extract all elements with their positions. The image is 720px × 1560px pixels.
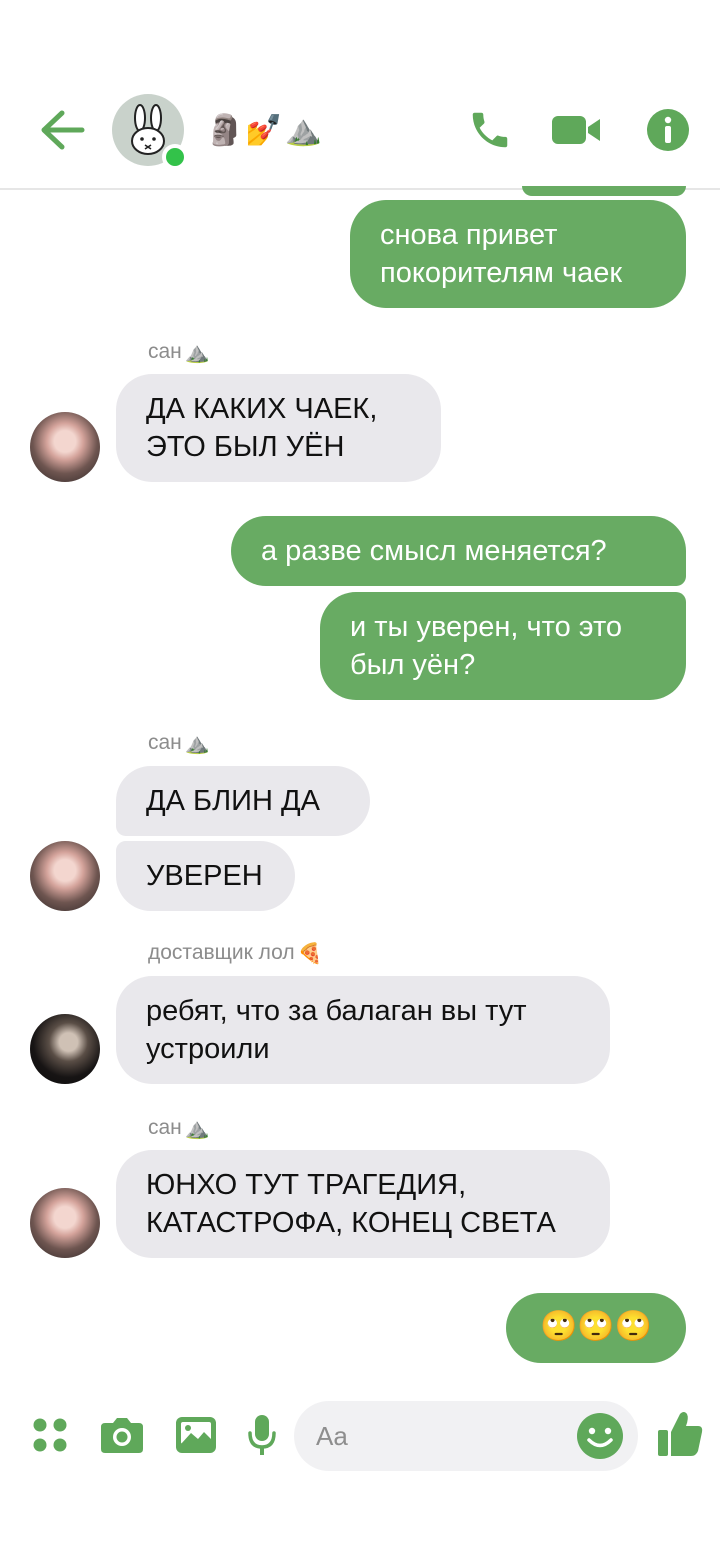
emoji-smiley-icon[interactable] — [576, 1412, 624, 1460]
incoming-message[interactable]: ДА БЛИН ДА — [116, 766, 370, 836]
video-call-icon[interactable] — [550, 108, 604, 152]
nail-polish-emoji: 💅 — [245, 113, 283, 147]
outgoing-message[interactable]: 🙄🙄🙄 — [506, 1293, 686, 1363]
info-icon[interactable] — [644, 108, 692, 152]
chat-title[interactable]: 🗿 💅 ⛰️ — [206, 108, 322, 152]
sender-label: сан — [148, 731, 182, 754]
pizza-emoji: 🍕 — [297, 942, 323, 965]
partial-message-bubble — [522, 186, 686, 196]
phone-call-icon[interactable] — [466, 108, 514, 152]
more-apps-icon[interactable] — [26, 1411, 74, 1459]
mountain-emoji: ⛰️ — [184, 732, 210, 755]
message-input-container — [294, 1401, 638, 1471]
sender-name: сан ⛰️ — [148, 337, 210, 367]
moai-emoji: 🗿 — [206, 113, 244, 147]
sender-label: сан — [148, 1116, 182, 1139]
microphone-icon[interactable] — [238, 1411, 286, 1459]
incoming-message[interactable]: ДА КАКИХ ЧАЕК, ЭТО БЫЛ УЁН — [116, 374, 441, 482]
sender-name: сан ⛰️ — [148, 1113, 210, 1143]
mountain-emoji: ⛰️ — [184, 341, 210, 364]
user-avatar[interactable] — [30, 841, 100, 911]
outgoing-message[interactable]: а разве смысл меняется? — [231, 516, 686, 586]
sender-name: сан ⛰️ — [148, 728, 210, 758]
mountain-emoji: ⛰️ — [284, 113, 323, 147]
outgoing-message[interactable]: снова привет покорителям чаек — [350, 200, 686, 308]
incoming-message[interactable]: ребят, что за балаган вы тут устроили — [116, 976, 610, 1084]
camera-icon[interactable] — [98, 1411, 146, 1459]
mountain-emoji: ⛰️ — [184, 1117, 210, 1140]
thumbs-up-like-icon[interactable] — [656, 1409, 704, 1457]
online-status-dot — [162, 144, 188, 170]
back-arrow-icon[interactable] — [38, 108, 88, 152]
sender-name: доставщик лол 🍕 — [148, 938, 323, 968]
sender-label: сан — [148, 340, 182, 363]
user-avatar[interactable] — [30, 412, 100, 482]
gallery-image-icon[interactable] — [172, 1411, 220, 1459]
outgoing-message[interactable]: и ты уверен, что это был уён? — [320, 592, 686, 700]
group-avatar[interactable] — [112, 94, 188, 170]
composer-bar — [0, 1395, 720, 1485]
sender-label: доставщик лол — [148, 941, 295, 964]
user-avatar[interactable] — [30, 1014, 100, 1084]
incoming-message[interactable]: ЮНХО ТУТ ТРАГЕДИЯ, КАТАСТРОФА, КОНЕЦ СВЕ… — [116, 1150, 610, 1258]
chat-header: 🗿 💅 ⛰️ — [0, 0, 720, 190]
user-avatar[interactable] — [30, 1188, 100, 1258]
incoming-message[interactable]: УВЕРЕН — [116, 841, 295, 911]
message-input[interactable] — [316, 1401, 566, 1471]
